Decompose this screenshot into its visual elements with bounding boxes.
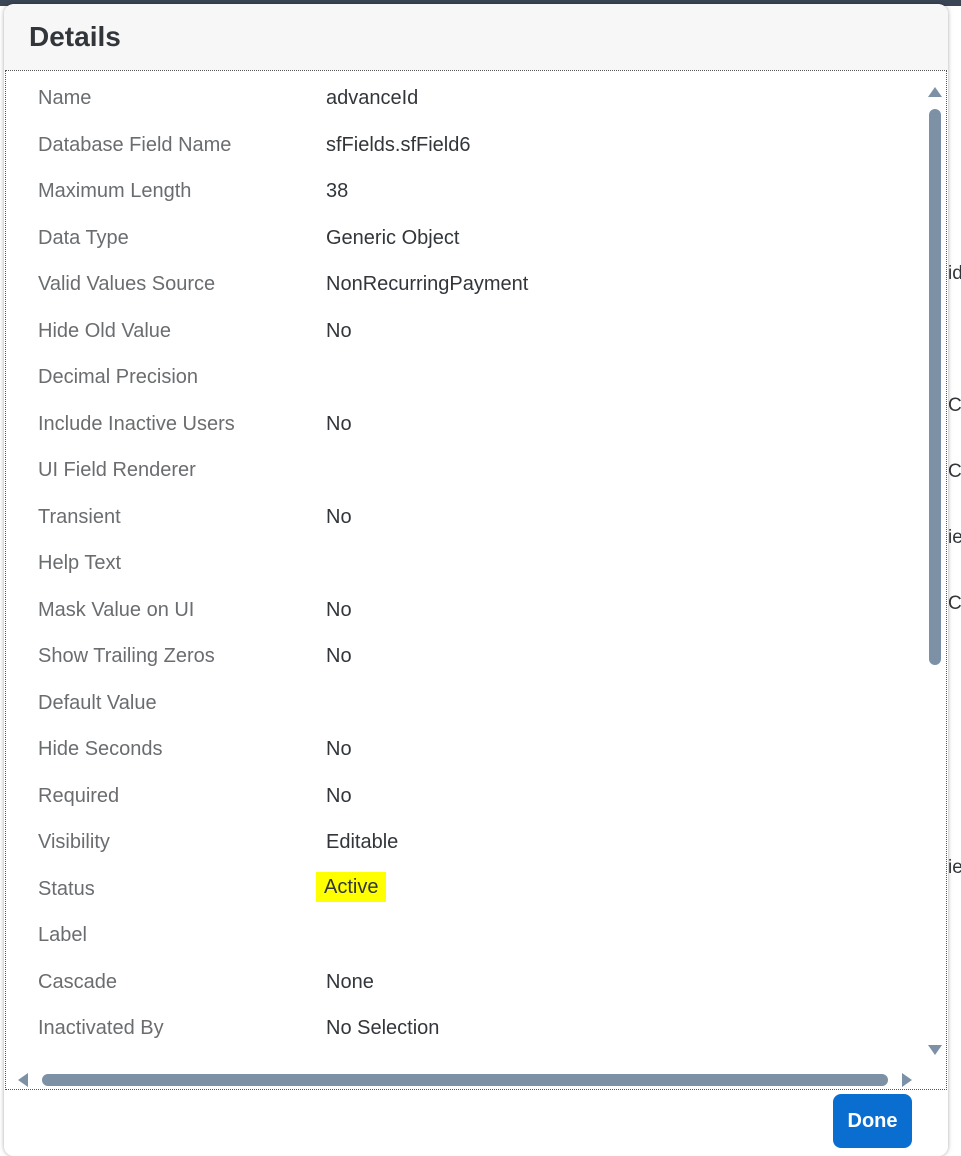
scroll-right-arrow-icon[interactable]: [902, 1073, 912, 1087]
field-row: Cascade None: [6, 959, 921, 1005]
dialog-header: Details: [4, 4, 948, 70]
done-button[interactable]: Done: [833, 1094, 912, 1148]
field-row: Show Trailing Zeros No: [6, 633, 921, 679]
field-row: Include Inactive Users No: [6, 401, 921, 447]
field-row: UI Field Renderer: [6, 447, 921, 493]
field-row: Label: [6, 912, 921, 958]
field-value: None: [326, 970, 374, 993]
field-label: Status: [38, 877, 95, 900]
field-row: Transient No: [6, 494, 921, 540]
field-row: Help Text: [6, 540, 921, 586]
background-text-fragment: C: [948, 593, 961, 614]
background-text-fragment: C: [948, 395, 961, 416]
field-value: No: [326, 738, 352, 760]
field-label: Data Type: [38, 226, 129, 249]
field-value: No: [326, 645, 352, 667]
field-label: Label: [38, 924, 87, 946]
details-dialog: Details Name advanceId Database Field Name…: [4, 4, 948, 1156]
field-label: Database Field Name: [38, 133, 232, 156]
field-row: Maximum Length 38: [6, 168, 921, 214]
field-label: Required: [38, 784, 120, 807]
dialog-content: Name advanceId Database Field Name sfFields…: [5, 70, 947, 1090]
field-label: Help Text: [38, 552, 122, 574]
field-value: Editable: [326, 831, 399, 853]
field-label: Show Trailing Zeros: [38, 645, 215, 667]
field-row: Hide Seconds No: [6, 726, 921, 772]
status-value-highlighted: Active: [316, 871, 387, 902]
field-row: Status Active: [6, 866, 921, 912]
field-label: Hide Seconds: [38, 738, 163, 760]
scroll-down-arrow-icon[interactable]: [928, 1045, 942, 1055]
field-value: No: [326, 412, 352, 435]
field-label: Inactivated By: [38, 1017, 164, 1039]
background-text-fragment: C: [948, 461, 961, 482]
field-row: Data Type Generic Object: [6, 215, 921, 261]
field-row: Valid Values Source NonRecurringPayment: [6, 261, 921, 307]
background-text-fragment: ie: [948, 527, 961, 548]
vertical-scroll-thumb[interactable]: [929, 109, 941, 665]
field-label: Visibility: [38, 831, 110, 853]
field-label: UI Field Renderer: [38, 459, 196, 481]
field-label: Transient: [38, 505, 121, 528]
field-value: Generic Object: [326, 226, 460, 249]
field-value: advanceId: [326, 87, 419, 109]
field-value: No: [326, 319, 352, 342]
field-label: Name: [38, 87, 92, 109]
field-label: Maximum Length: [38, 180, 192, 202]
dialog-title: Details: [29, 21, 121, 52]
scroll-up-arrow-icon[interactable]: [928, 87, 942, 97]
field-label: Decimal Precision: [38, 366, 199, 388]
field-row: Database Field Name sfFields.sfField6: [6, 122, 921, 168]
field-label: Valid Values Source: [38, 273, 216, 295]
field-label: Hide Old Value: [38, 319, 172, 342]
field-row: Decimal Precision: [6, 354, 921, 400]
horizontal-scroll-thumb[interactable]: [42, 1074, 888, 1086]
field-value: No Selection: [326, 1017, 440, 1039]
field-value: No: [326, 784, 352, 807]
field-value: No: [326, 598, 352, 621]
field-label: Mask Value on UI: [38, 598, 195, 621]
field-label: Include Inactive Users: [38, 412, 235, 435]
field-value: sfFields.sfField6: [326, 133, 471, 156]
field-row: Inactivated By No Selection: [6, 1005, 921, 1051]
field-value: 38: [326, 180, 349, 202]
field-value: NonRecurringPayment: [326, 273, 529, 295]
field-label: Cascade: [38, 970, 117, 993]
background-text-fragment: id: [948, 263, 961, 284]
field-row: Mask Value on UI No: [6, 587, 921, 633]
field-value: No: [326, 505, 352, 528]
field-row: Visibility Editable: [6, 819, 921, 865]
field-label: Default Value: [38, 691, 157, 714]
horizontal-scrollbar[interactable]: [16, 1071, 916, 1089]
field-row: Name advanceId: [6, 75, 921, 121]
field-row: Required No: [6, 773, 921, 819]
vertical-scrollbar[interactable]: [926, 83, 944, 1063]
field-row: Hide Old Value No: [6, 308, 921, 354]
dialog-footer: Done: [4, 1090, 948, 1156]
field-row: Default Value: [6, 680, 921, 726]
background-text-fragment: ie: [948, 857, 961, 878]
scroll-left-arrow-icon[interactable]: [18, 1073, 28, 1087]
